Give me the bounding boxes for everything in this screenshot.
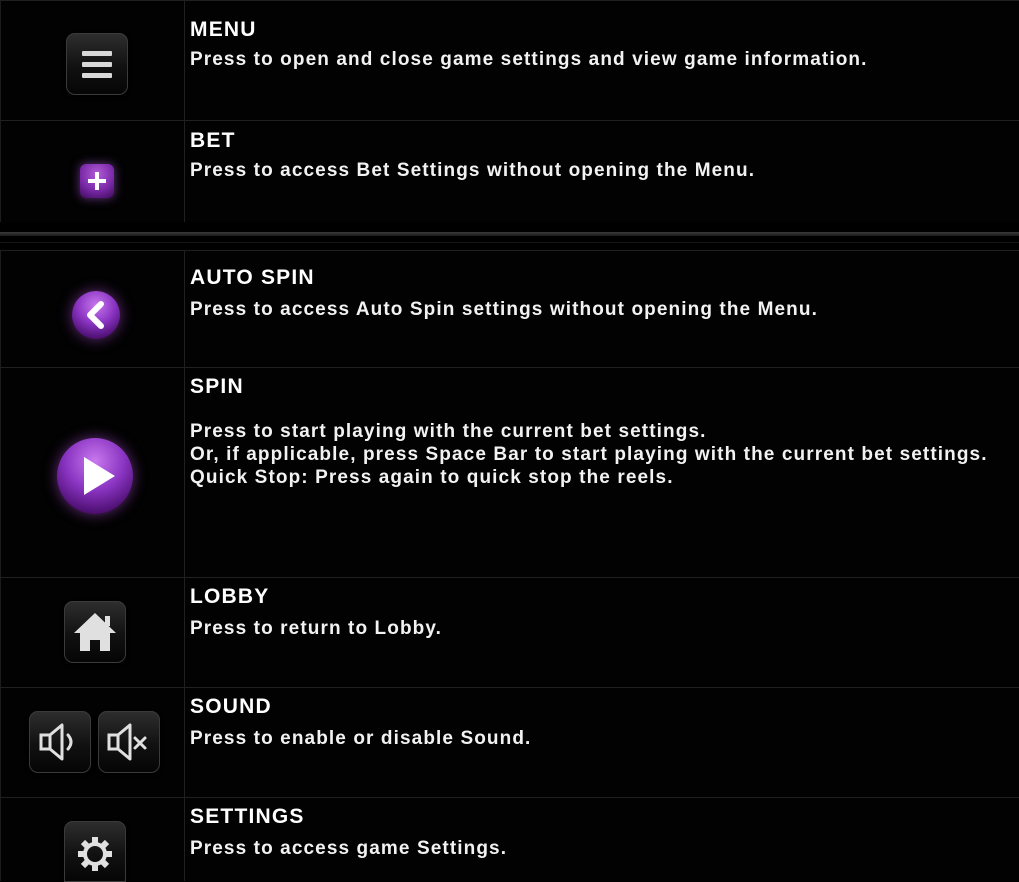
- speaker-muted-icon: [107, 723, 147, 761]
- help-panel-top: MENU Press to open and close game settin…: [0, 0, 1019, 222]
- help-row-menu: MENU Press to open and close game settin…: [0, 0, 1019, 120]
- help-row-settings: SETTINGS Press to access game Settings.: [0, 797, 1019, 882]
- settings-button[interactable]: [64, 821, 126, 882]
- icon-cell: [0, 798, 185, 882]
- text-cell: AUTO SPIN Press to access Auto Spin sett…: [190, 251, 1019, 367]
- gear-icon: [78, 837, 112, 871]
- help-row-auto-spin: AUTO SPIN Press to access Auto Spin sett…: [0, 250, 1019, 367]
- text-cell: BET Press to access Bet Settings without…: [190, 121, 1019, 222]
- plus-icon: [88, 172, 106, 190]
- lobby-button[interactable]: [64, 601, 126, 663]
- chevron-left-icon: [87, 301, 104, 329]
- icon-cell: [0, 688, 185, 797]
- row-description: Press to enable or disable Sound.: [190, 728, 532, 749]
- row-title: LOBBY: [190, 585, 270, 608]
- hamburger-menu-icon: [82, 51, 112, 78]
- panel-divider: [0, 222, 1019, 250]
- auto-spin-button[interactable]: [72, 291, 120, 339]
- help-panel-bottom: AUTO SPIN Press to access Auto Spin sett…: [0, 250, 1019, 882]
- sound-off-button[interactable]: [98, 711, 160, 773]
- sound-on-button[interactable]: [29, 711, 91, 773]
- row-title: SOUND: [190, 695, 272, 718]
- help-row-sound: SOUND Press to enable or disable Sound.: [0, 687, 1019, 797]
- divider-line: [0, 232, 1019, 236]
- icon-cell: [0, 578, 185, 687]
- spin-button[interactable]: [57, 438, 133, 514]
- row-title: BET: [190, 129, 236, 152]
- row-description: Press to access Bet Settings without ope…: [190, 160, 756, 181]
- text-cell: MENU Press to open and close game settin…: [190, 1, 1019, 120]
- text-cell: SETTINGS Press to access game Settings.: [190, 798, 1019, 881]
- icon-cell: [0, 1, 185, 120]
- icon-cell: [0, 121, 185, 222]
- divider-line: [0, 242, 1019, 243]
- menu-button[interactable]: [66, 33, 128, 95]
- row-description: Press to access game Settings.: [190, 838, 508, 859]
- row-title: AUTO SPIN: [190, 266, 315, 289]
- row-description: Press to start playing with the current …: [190, 421, 988, 488]
- text-cell: SPIN Press to start playing with the cur…: [190, 368, 1019, 577]
- help-row-bet: BET Press to access Bet Settings without…: [0, 120, 1019, 222]
- text-cell: LOBBY Press to return to Lobby.: [190, 578, 1019, 687]
- row-title: SPIN: [190, 375, 244, 398]
- help-row-lobby: LOBBY Press to return to Lobby.: [0, 577, 1019, 687]
- home-icon: [74, 613, 116, 651]
- bet-button[interactable]: [80, 164, 114, 198]
- text-cell: SOUND Press to enable or disable Sound.: [190, 688, 1019, 797]
- row-description: Press to return to Lobby.: [190, 618, 443, 639]
- icon-cell: [0, 368, 185, 577]
- row-description: Press to access Auto Spin settings witho…: [190, 299, 818, 320]
- row-title: SETTINGS: [190, 805, 305, 828]
- help-row-spin: SPIN Press to start playing with the cur…: [0, 367, 1019, 577]
- row-description: Press to open and close game settings an…: [190, 49, 868, 70]
- icon-cell: [0, 251, 185, 367]
- speaker-on-icon: [39, 723, 73, 761]
- play-icon: [84, 457, 115, 495]
- row-title: MENU: [190, 18, 257, 41]
